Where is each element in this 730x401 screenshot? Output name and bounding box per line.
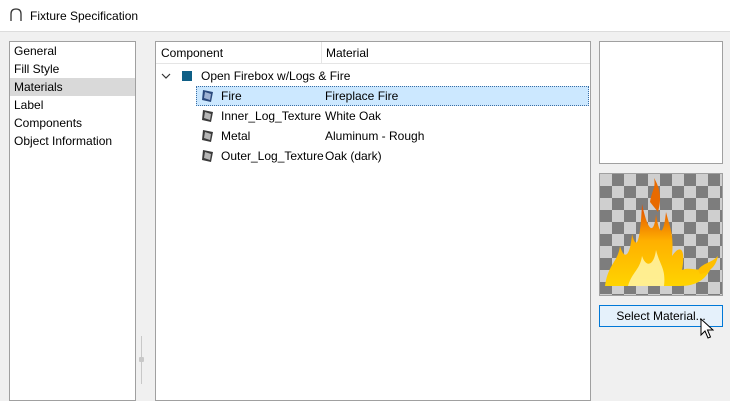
fire-material-preview <box>599 173 723 296</box>
component-square-icon <box>182 71 192 81</box>
material-icon <box>202 150 213 162</box>
tree-row-outer-log-texture[interactable]: Outer_Log_Texture Oak (dark) <box>156 146 590 166</box>
material-name: Oak (dark) <box>325 149 382 163</box>
title-bar: Fixture Specification <box>0 0 730 32</box>
material-name: Aluminum - Rough <box>325 129 425 143</box>
nav-item-label[interactable]: Label <box>10 96 135 114</box>
component-name: Inner_Log_Texture <box>221 109 322 123</box>
mouse-pointer-icon <box>700 318 714 339</box>
component-name: Fire <box>221 89 242 103</box>
category-list: General Fill Style Materials Label Compo… <box>9 41 136 401</box>
tree-row-metal[interactable]: Metal Aluminum - Rough <box>156 126 590 146</box>
nav-item-object-information[interactable]: Object Information <box>10 132 135 150</box>
chevron-down-icon[interactable] <box>161 71 171 81</box>
app-arch-icon <box>10 8 22 21</box>
tree-header: Component Material <box>156 42 590 64</box>
splitter-handle[interactable] <box>139 336 144 384</box>
component-name: Outer_Log_Texture <box>221 149 324 163</box>
column-header-material[interactable]: Material <box>326 46 369 60</box>
root-component-label: Open Firebox w/Logs & Fire <box>201 69 351 83</box>
fire-material-icon <box>202 90 213 102</box>
material-icon <box>202 110 213 122</box>
material-name: Fireplace Fire <box>325 89 399 103</box>
fire-flames-icon <box>605 178 718 286</box>
nav-item-components[interactable]: Components <box>10 114 135 132</box>
column-header-component[interactable]: Component <box>161 46 223 60</box>
splitter-grip-icon <box>139 357 144 362</box>
material-icon <box>202 130 213 142</box>
material-name: White Oak <box>325 109 382 123</box>
materials-tree: Component Material Open Firebox w/Logs &… <box>155 41 591 401</box>
nav-item-materials[interactable]: Materials <box>10 78 135 96</box>
column-divider[interactable] <box>321 42 322 64</box>
nav-item-fill-style[interactable]: Fill Style <box>10 60 135 78</box>
tree-root-row[interactable]: Open Firebox w/Logs & Fire <box>156 66 590 86</box>
nav-item-general[interactable]: General <box>10 42 135 60</box>
tree-row-fire[interactable]: Fire Fireplace Fire <box>156 86 590 106</box>
material-preview-blank <box>599 41 723 164</box>
component-name: Metal <box>221 129 251 143</box>
window-title: Fixture Specification <box>30 9 139 23</box>
tree-row-inner-log-texture[interactable]: Inner_Log_Texture White Oak <box>156 106 590 126</box>
